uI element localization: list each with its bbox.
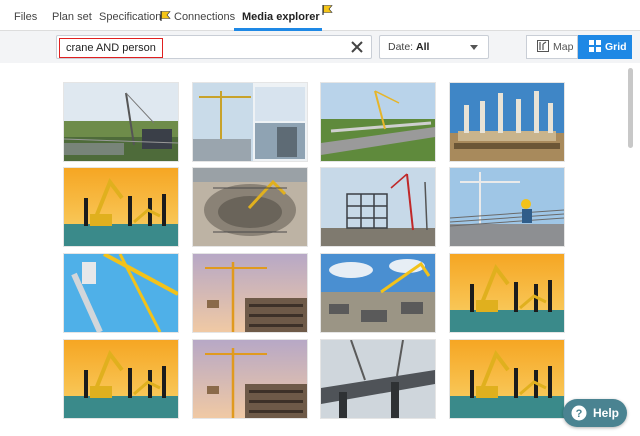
grid-icon <box>589 40 601 52</box>
tab-label: Media explorer <box>242 11 320 23</box>
media-thumbnail[interactable] <box>450 83 564 161</box>
media-thumbnail[interactable] <box>64 254 178 332</box>
map-icon <box>537 40 549 52</box>
photo-image <box>193 340 307 418</box>
media-thumbnail[interactable] <box>321 254 435 332</box>
photo-image <box>64 168 178 246</box>
media-thumbnail[interactable] <box>450 254 564 332</box>
media-grid <box>0 63 640 436</box>
media-thumbnail[interactable] <box>193 254 307 332</box>
photo-image <box>64 83 178 161</box>
map-view-label: Map <box>553 41 574 53</box>
photo-image <box>450 254 564 332</box>
tab-plan-set[interactable]: Plan set <box>52 0 92 30</box>
media-thumbnail[interactable] <box>321 168 435 246</box>
media-thumbnail[interactable] <box>64 168 178 246</box>
media-thumbnail[interactable] <box>64 340 178 418</box>
media-thumbnail[interactable] <box>64 83 178 161</box>
photo-image <box>193 83 307 161</box>
tab-label: Plan set <box>52 11 92 23</box>
tab-specification[interactable]: Specification <box>99 0 161 30</box>
photo-image <box>64 254 178 332</box>
date-filter-value: All <box>416 41 430 53</box>
media-thumbnail[interactable] <box>321 83 435 161</box>
media-thumbnail[interactable] <box>193 83 307 161</box>
media-thumbnail[interactable] <box>321 340 435 418</box>
vertical-scrollbar[interactable] <box>628 68 633 148</box>
photo-image <box>64 340 178 418</box>
media-thumbnail[interactable] <box>193 168 307 246</box>
photo-image <box>450 83 564 161</box>
tab-media-explorer[interactable]: Media explorer <box>234 0 333 31</box>
media-thumbnail[interactable] <box>450 168 564 246</box>
photo-image <box>450 340 564 418</box>
grid-view-button[interactable]: Grid <box>578 35 632 59</box>
date-filter-label: Date: <box>388 41 414 53</box>
tab-label: Files <box>14 11 38 23</box>
date-filter-dropdown[interactable]: Date: All <box>379 35 489 59</box>
photo-image <box>321 168 435 246</box>
tab-bar: Files Plan set Specification Connections… <box>0 0 640 31</box>
tab-connections[interactable]: Connections <box>160 0 235 30</box>
flag-icon <box>322 5 333 15</box>
media-thumbnail[interactable] <box>193 340 307 418</box>
help-label: Help <box>593 406 620 420</box>
media-thumbnail[interactable] <box>450 340 564 418</box>
photo-image <box>450 168 564 246</box>
photo-image <box>321 340 435 418</box>
map-view-button[interactable]: Map <box>526 35 578 59</box>
photo-image <box>193 168 307 246</box>
chevron-down-icon <box>470 45 478 50</box>
toolbar: crane AND person Date: All Map Grid <box>0 31 640 63</box>
search-query[interactable]: crane AND person <box>59 38 163 58</box>
help-button[interactable]: ? Help <box>563 399 627 427</box>
close-icon[interactable] <box>349 39 365 55</box>
photo-image <box>321 83 435 161</box>
tab-files[interactable]: Files <box>14 0 37 30</box>
grid-view-label: Grid <box>605 41 627 53</box>
photo-image <box>193 254 307 332</box>
svg-text:?: ? <box>576 408 583 420</box>
photo-image <box>321 254 435 332</box>
flag-icon <box>160 11 171 21</box>
tab-label: Connections <box>174 11 236 23</box>
search-input[interactable]: crane AND person <box>56 35 372 59</box>
tab-label: Specification <box>99 11 162 23</box>
help-icon: ? <box>571 405 587 421</box>
